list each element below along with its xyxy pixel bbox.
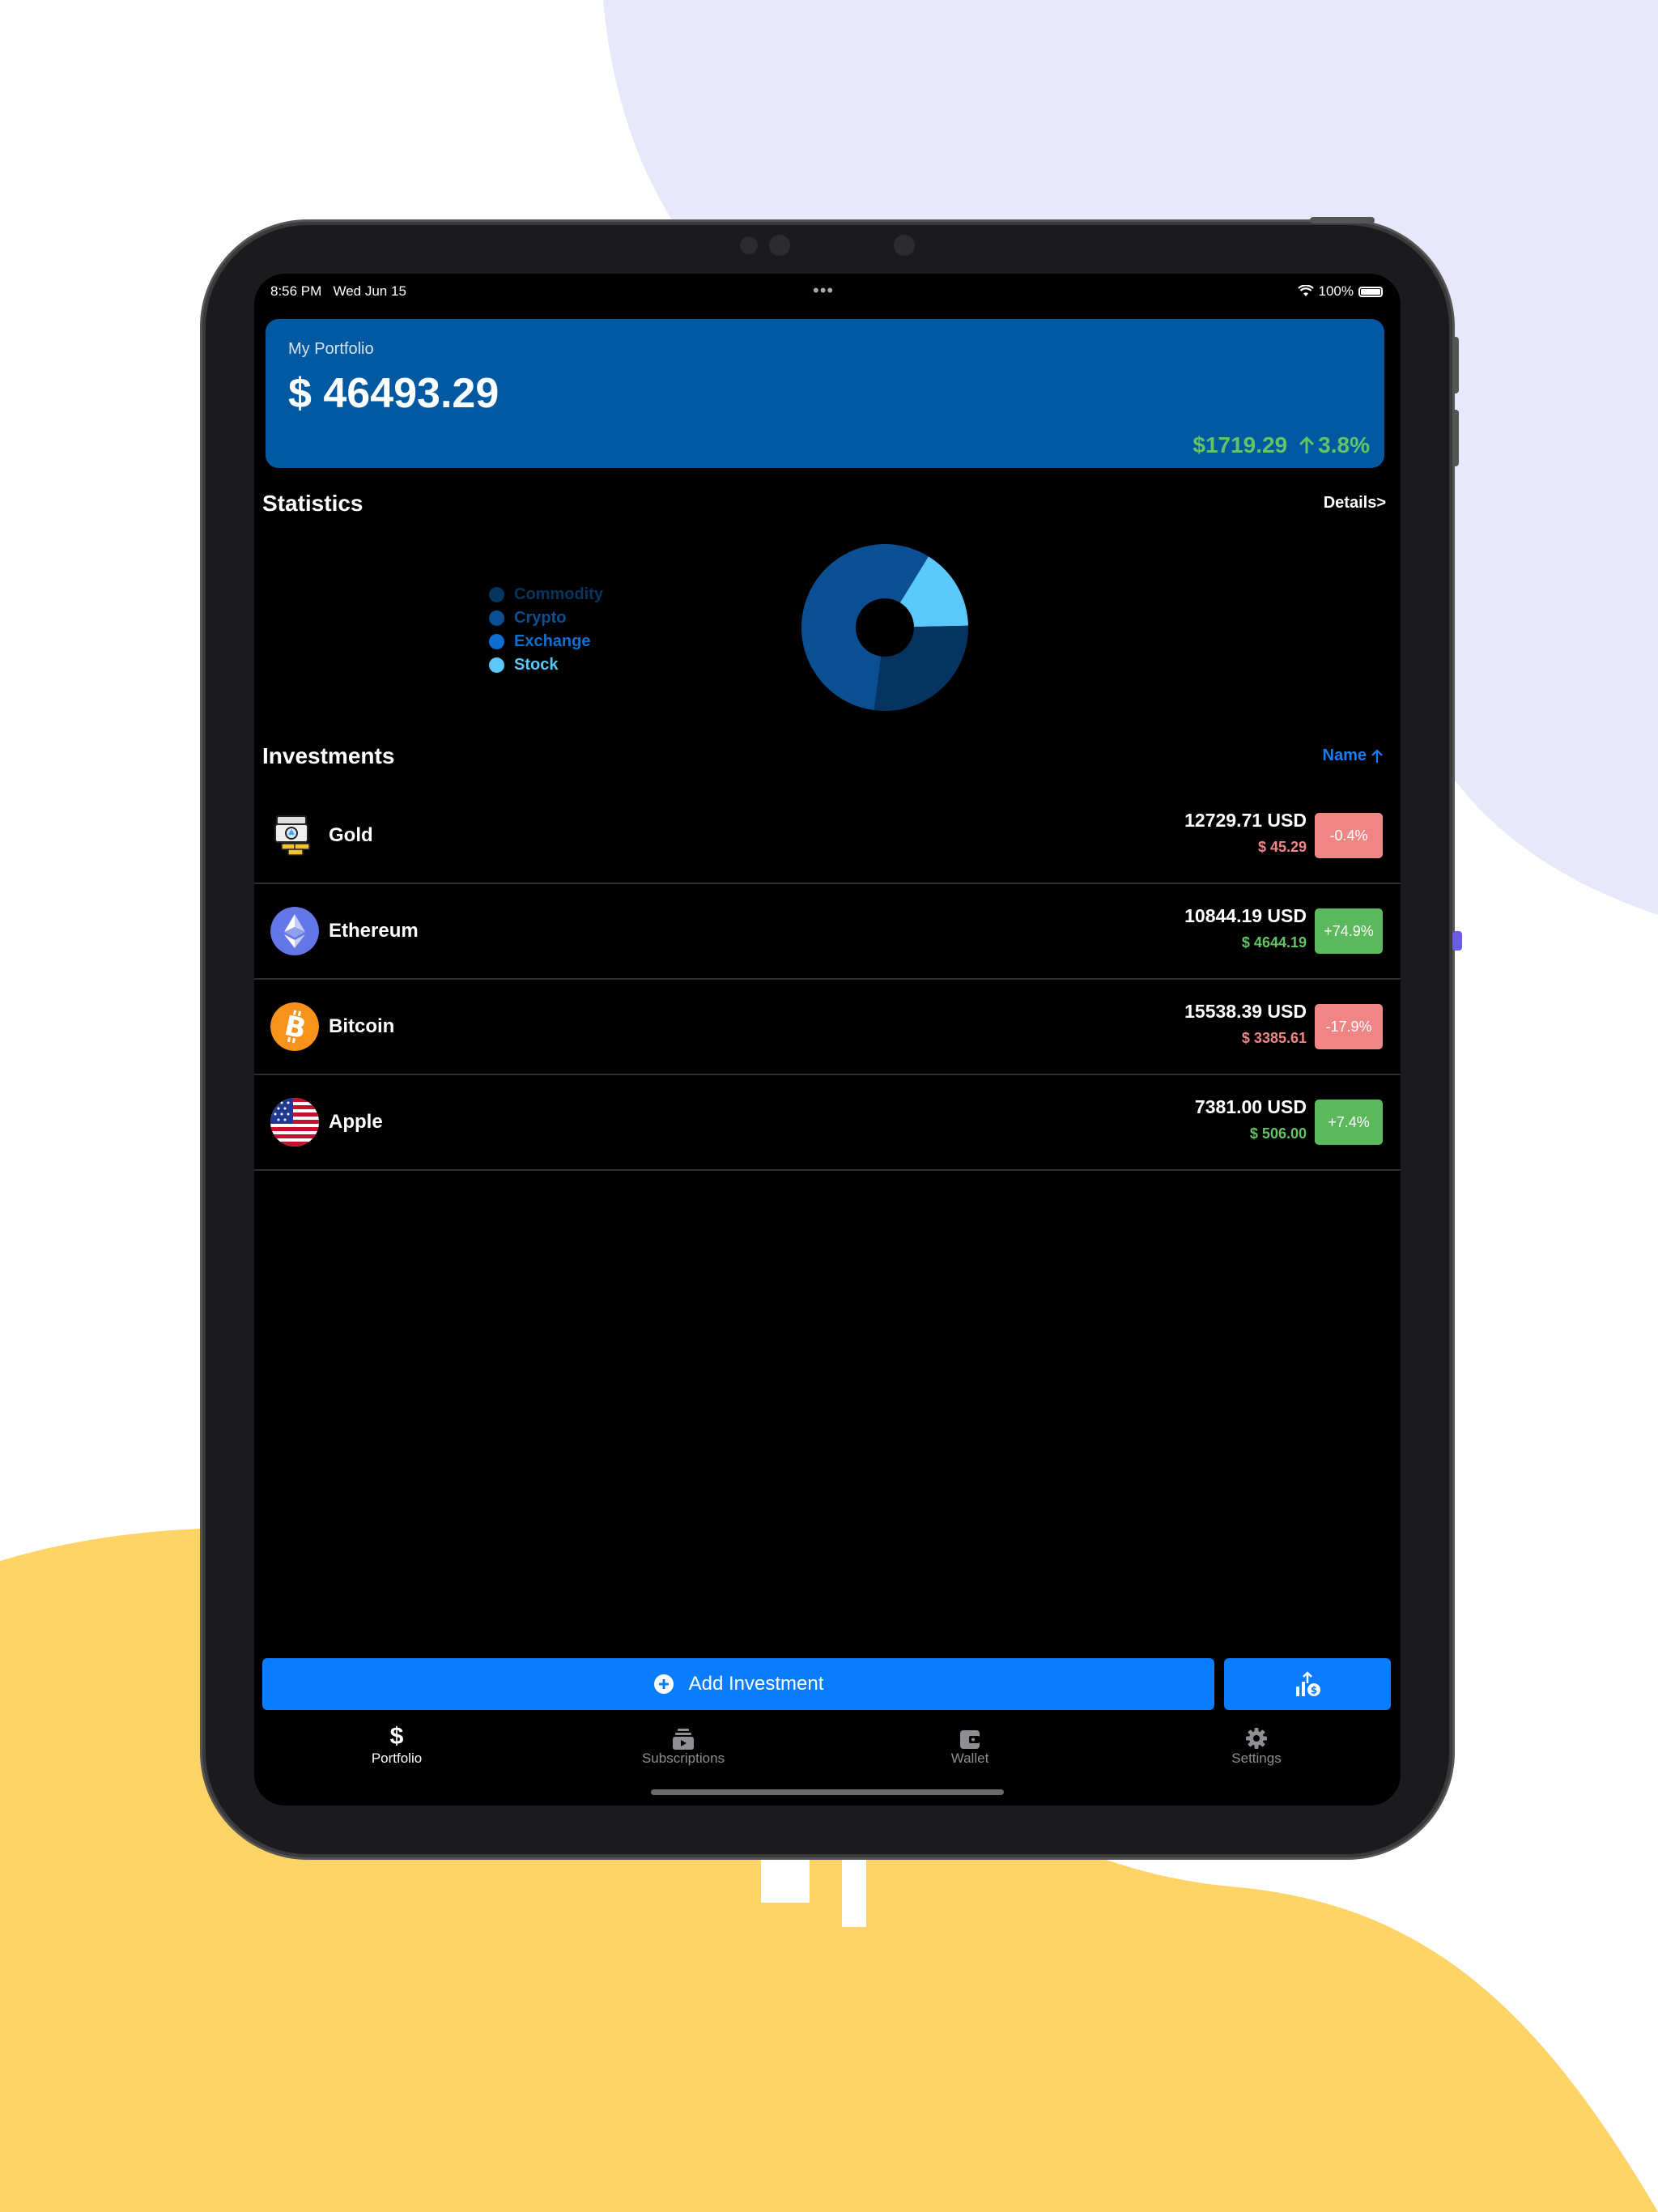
tab-wallet[interactable]: Wallet [889, 1723, 1051, 1767]
tab-label: Portfolio [371, 1750, 423, 1766]
sort-arrow-up-icon [1371, 748, 1383, 763]
investment-row-ethereum[interactable]: Ethereum 10844.19 USD $ 4644.19 +74.9% [254, 884, 1401, 980]
bitcoin-icon: B [270, 1002, 319, 1051]
tab-label: Settings [1231, 1750, 1282, 1766]
investment-value: 10844.19 USD [1184, 905, 1307, 926]
tab-label: Wallet [950, 1750, 989, 1766]
statistics-title: Statistics [262, 491, 363, 516]
legend-item-stock: Stock [489, 653, 603, 677]
volume-down-button [1452, 410, 1459, 466]
chart-legend: Commodity Crypto Exchange Stock [489, 583, 603, 677]
investment-percent-badge: +74.9% [1315, 908, 1383, 954]
battery-icon [1358, 286, 1383, 297]
portfolio-donut-chart[interactable] [801, 544, 968, 711]
investment-row-gold[interactable]: Gold 12729.71 USD $ 45.29 -0.4% [254, 789, 1401, 884]
investment-name: Ethereum [329, 920, 419, 942]
portfolio-change: $1719.29 3.8% [1192, 432, 1370, 458]
investment-diff: $ 506.00 [1249, 1125, 1307, 1142]
investment-diff: $ 4644.19 [1241, 934, 1307, 951]
investment-name: Bitcoin [329, 1015, 395, 1037]
investment-percent-badge: -0.4% [1315, 813, 1383, 858]
svg-text:$: $ [1311, 1685, 1317, 1696]
investment-chart-button[interactable]: $ [1224, 1658, 1391, 1710]
gear-icon [1175, 1723, 1337, 1750]
investment-percent-badge: +7.4% [1315, 1100, 1383, 1145]
dollar-icon: $ [389, 1723, 404, 1750]
arrow-up-icon [1299, 436, 1315, 453]
top-button [1310, 217, 1375, 223]
tab-label: Subscriptions [641, 1750, 725, 1766]
legend-dot [489, 610, 504, 626]
legend-label: Commodity [514, 585, 603, 603]
investment-diff: $ 3385.61 [1241, 1030, 1307, 1046]
tab-bar: $ Portfolio Subscriptions Wallet Setting… [254, 1723, 1401, 1780]
tab-subscriptions[interactable]: Subscriptions [602, 1723, 764, 1767]
legend-item-crypto: Crypto [489, 606, 603, 630]
add-investment-label: Add Investment [688, 1673, 824, 1695]
add-investment-button[interactable]: Add Investment [262, 1658, 1214, 1710]
legend-label: Stock [514, 656, 559, 674]
pencil-indicator [1452, 931, 1462, 951]
sort-label: Name [1322, 747, 1367, 764]
legend-dot [489, 634, 504, 649]
subscriptions-icon [602, 1723, 764, 1750]
portfolio-total: $ 46493.29 [288, 370, 500, 417]
investment-percent-badge: -17.9% [1315, 1004, 1383, 1049]
chart-dollar-icon: $ [1296, 1671, 1320, 1696]
legend-item-commodity: Commodity [489, 583, 603, 606]
status-bar: 8:56 PM Wed Jun 15 ••• 100% [254, 279, 1401, 304]
investment-list: Gold 12729.71 USD $ 45.29 -0.4% Ethereum… [254, 789, 1401, 1171]
change-percent: 3.8% [1318, 432, 1370, 457]
investment-diff: $ 45.29 [1257, 839, 1307, 855]
investment-name: Gold [329, 824, 373, 846]
status-clock: 8:56 PM [270, 283, 322, 299]
status-date: Wed Jun 15 [333, 283, 406, 299]
camera-dot [740, 236, 758, 254]
volume-up-button [1452, 337, 1459, 393]
tab-portfolio[interactable]: $ Portfolio [316, 1723, 478, 1767]
portfolio-label: My Portfolio [288, 340, 374, 358]
gold-icon [270, 811, 319, 860]
multitasking-dots[interactable]: ••• [813, 280, 834, 301]
investment-row-apple[interactable]: Apple 7381.00 USD $ 506.00 +7.4% [254, 1075, 1401, 1171]
change-amount: $1719.29 [1192, 432, 1288, 457]
legend-label: Exchange [514, 632, 591, 650]
legend-item-exchange: Exchange [489, 630, 603, 653]
investment-name: Apple [329, 1111, 383, 1133]
tab-settings[interactable]: Settings [1175, 1723, 1337, 1767]
app-screen: 8:56 PM Wed Jun 15 ••• 100% My Portfolio… [254, 274, 1401, 1806]
change-percent-group: 3.8% [1299, 432, 1370, 458]
legend-dot [489, 657, 504, 673]
investment-value: 15538.39 USD [1184, 1001, 1307, 1022]
status-time: 8:56 PM Wed Jun 15 [270, 283, 406, 300]
pie-slice-commodity[interactable] [874, 625, 968, 711]
sort-button[interactable]: Name [1323, 747, 1383, 765]
ethereum-icon [270, 907, 319, 955]
legend-label: Crypto [514, 609, 567, 627]
battery-percent: 100% [1318, 283, 1354, 299]
portfolio-card[interactable]: My Portfolio $ 46493.29 $1719.29 3.8% [266, 319, 1384, 468]
plus-circle-icon [653, 1674, 674, 1694]
investment-value: 12729.71 USD [1184, 810, 1307, 831]
us-flag-icon [270, 1098, 319, 1146]
investment-value: 7381.00 USD [1194, 1096, 1307, 1117]
investment-row-bitcoin[interactable]: B Bitcoin 15538.39 USD $ 3385.61 -17.9% [254, 980, 1401, 1075]
legend-dot [489, 587, 504, 602]
home-indicator[interactable] [651, 1789, 1004, 1795]
details-link[interactable]: Details> [1324, 494, 1386, 513]
wallet-icon [889, 1723, 1051, 1750]
status-right: 100% [1297, 283, 1383, 300]
camera-sensor [894, 235, 915, 256]
camera-lens [769, 235, 790, 256]
investments-title: Investments [262, 743, 395, 768]
wifi-icon [1297, 285, 1314, 296]
